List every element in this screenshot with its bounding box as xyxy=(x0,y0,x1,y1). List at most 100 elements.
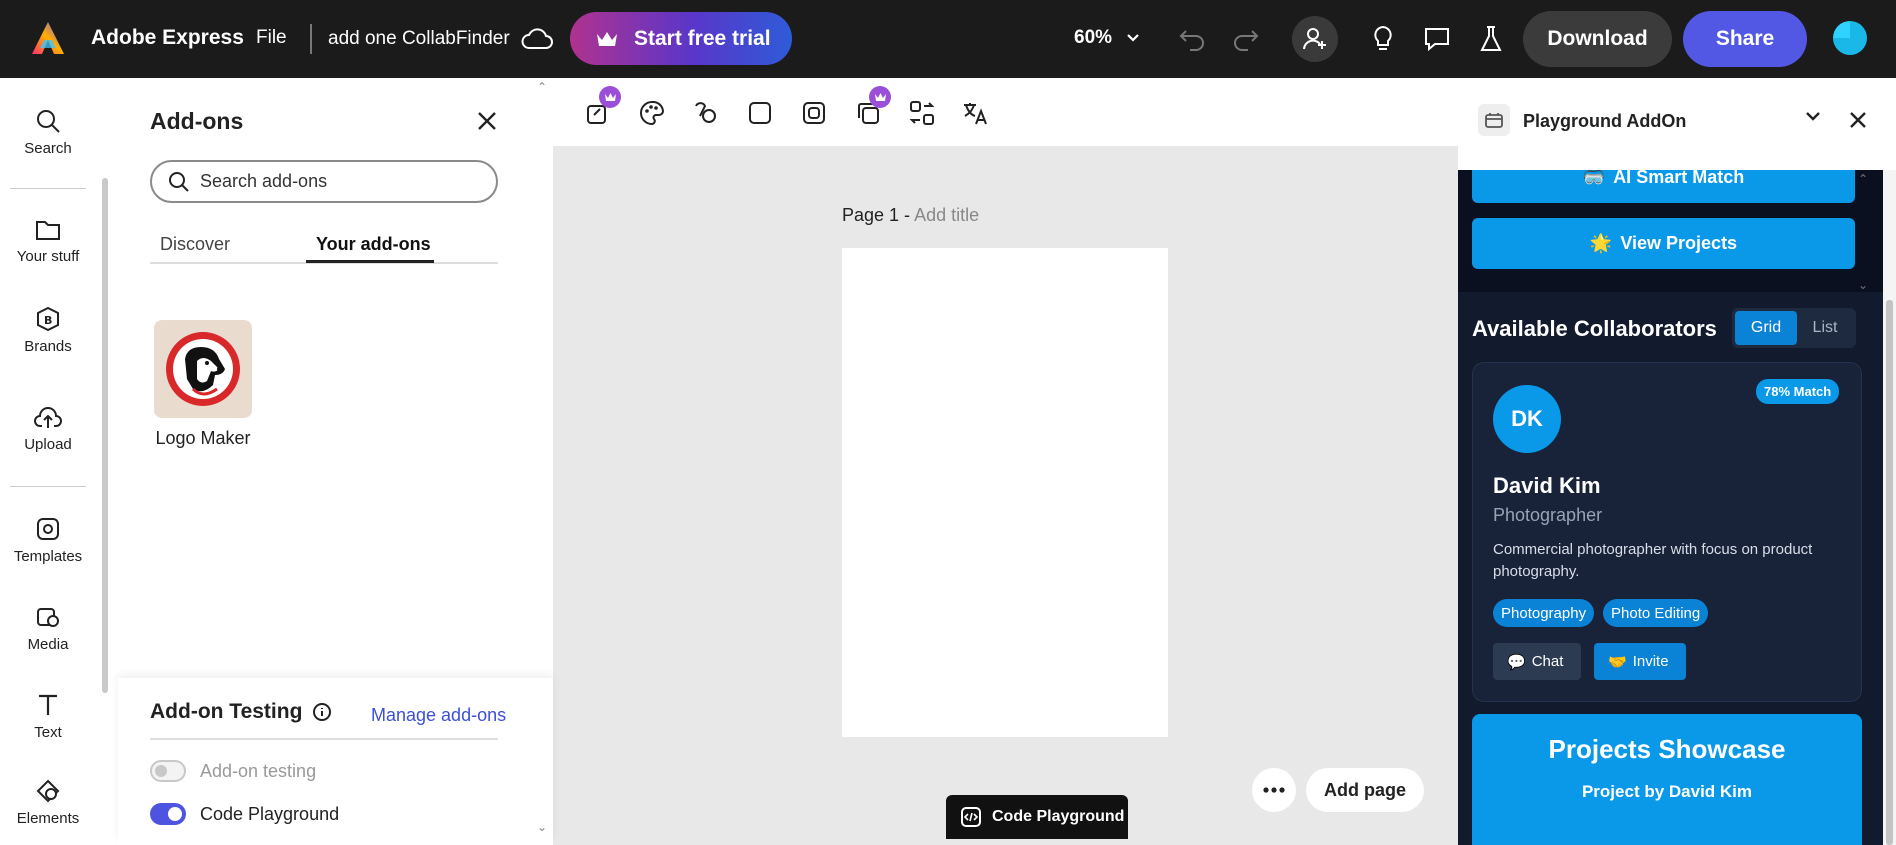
svg-text:B: B xyxy=(44,314,52,327)
active-tab-indicator xyxy=(306,260,434,263)
code-playground-toggle[interactable] xyxy=(150,803,186,825)
code-playground-button[interactable]: Code Playground xyxy=(946,795,1128,839)
shapes-link-icon[interactable] xyxy=(691,98,721,128)
rail-item-text[interactable]: Text xyxy=(0,692,96,741)
invite-button[interactable]: 🤝 Invite xyxy=(1594,643,1686,680)
rail-label: Search xyxy=(24,140,72,157)
rail-item-search[interactable]: Search xyxy=(0,108,96,157)
collaborator-description: Commercial photographer with focus on pr… xyxy=(1493,541,1813,580)
skill-tag: Photo Editing xyxy=(1603,599,1709,627)
rail-label: Brands xyxy=(24,338,72,355)
rail-item-elements[interactable]: Elements xyxy=(0,778,96,827)
page-title-input[interactable]: Add title xyxy=(914,205,979,225)
premium-crown-icon xyxy=(869,86,891,108)
lightbulb-icon[interactable] xyxy=(1366,22,1400,56)
rail-divider xyxy=(10,188,86,189)
scroll-down-arrow[interactable]: ⌄ xyxy=(537,820,547,834)
document-name[interactable]: add one CollabFinder xyxy=(328,28,510,50)
search-placeholder: Search add-ons xyxy=(200,171,328,191)
skill-tag: Photography xyxy=(1493,599,1595,627)
match-badge: 78% Match xyxy=(1756,379,1840,404)
redo-icon[interactable] xyxy=(1229,22,1263,56)
panel-header: Playground AddOn xyxy=(1458,78,1896,170)
chevron-down-icon xyxy=(1127,34,1139,42)
addon-iframe: 🥽 AI Smart Match 🌟 View Projects Availab… xyxy=(1458,170,1896,845)
invite-people-icon[interactable] xyxy=(1292,16,1338,62)
download-button[interactable]: Download xyxy=(1523,11,1672,67)
share-button[interactable]: Share xyxy=(1683,11,1807,67)
addon-testing-section: Add-on Testing Manage add-ons Add-on tes… xyxy=(118,678,553,845)
list-view-button[interactable]: List xyxy=(1797,311,1853,345)
view-projects-button[interactable]: 🌟 View Projects xyxy=(1472,218,1855,269)
premium-crown-icon xyxy=(599,86,621,108)
rail-label: Elements xyxy=(16,810,80,827)
addon-testing-toggle[interactable] xyxy=(150,760,186,782)
rail-label: Upload xyxy=(24,436,72,453)
cloud-icon[interactable] xyxy=(520,24,554,54)
start-free-trial-button[interactable]: Start free trial xyxy=(570,12,792,65)
dog-logo-icon xyxy=(166,332,240,406)
translate-icon[interactable] xyxy=(961,98,991,128)
addon-name: Logo Maker xyxy=(155,428,251,448)
add-page-button[interactable]: Add page xyxy=(1306,768,1424,812)
rail-item-upload[interactable]: Upload xyxy=(0,404,96,453)
showcase-subtitle: Project by David Kim xyxy=(1581,782,1753,801)
logo-maker-addon[interactable] xyxy=(154,320,252,418)
tab-discover[interactable]: Discover xyxy=(160,234,230,255)
handshake-icon: 🤝 xyxy=(1608,653,1627,671)
panel-title: Playground AddOn xyxy=(1523,111,1687,131)
undo-icon[interactable] xyxy=(1175,22,1209,56)
resize-icon[interactable] xyxy=(583,86,621,128)
left-rail: Search Your stuff B Brands Upload Templa… xyxy=(0,78,118,845)
square-icon[interactable] xyxy=(745,98,775,128)
swap-icon[interactable] xyxy=(907,98,937,128)
panel-scrollbar[interactable] xyxy=(1883,170,1896,845)
rail-label: Your stuff xyxy=(16,248,80,265)
rail-item-brands[interactable]: B Brands xyxy=(0,306,96,355)
page-label: Page 1 - Add title xyxy=(842,205,979,226)
addons-tabs: Discover Your add-ons xyxy=(150,226,498,264)
rail-scrollbar[interactable] xyxy=(102,178,108,693)
search-icon xyxy=(169,171,189,192)
file-menu[interactable]: File xyxy=(256,27,287,49)
scroll-up-arrow[interactable]: ⌃ xyxy=(1858,172,1868,186)
design-page[interactable] xyxy=(842,248,1168,737)
rail-item-media[interactable]: Media xyxy=(0,604,96,653)
zoom-control[interactable]: 60% xyxy=(1074,27,1140,49)
view-mode-toggle: Grid List xyxy=(1732,308,1856,348)
comment-icon[interactable] xyxy=(1420,22,1454,56)
addon-icon xyxy=(1478,104,1510,136)
close-icon[interactable] xyxy=(476,110,498,132)
manage-addons-link[interactable]: Manage add-ons xyxy=(371,705,506,726)
more-options-button[interactable] xyxy=(1252,768,1296,812)
scrollbar-thumb[interactable] xyxy=(1886,300,1893,845)
showcase-title: Projects Showcase xyxy=(1548,734,1786,764)
crown-icon xyxy=(597,31,617,46)
chevron-down-icon[interactable] xyxy=(1804,110,1822,122)
user-avatar[interactable] xyxy=(1833,21,1867,55)
search-icon xyxy=(37,110,60,133)
addon-testing-toggle-row: Add-on testing xyxy=(150,760,316,782)
grid-view-button[interactable]: Grid xyxy=(1735,311,1797,345)
rail-label: Text xyxy=(34,724,62,741)
more-icon xyxy=(1263,787,1285,793)
adobe-express-logo-icon[interactable] xyxy=(30,20,66,56)
layers-icon[interactable] xyxy=(853,86,891,128)
search-addons-input[interactable]: Search add-ons xyxy=(150,160,498,203)
rail-item-your-stuff[interactable]: Your stuff xyxy=(0,218,96,265)
chat-button[interactable]: 💬 Chat xyxy=(1493,643,1581,680)
info-icon[interactable] xyxy=(312,702,332,722)
rail-item-templates[interactable]: Templates xyxy=(0,516,96,565)
toggle-label: Code Playground xyxy=(200,803,340,824)
view-projects-label: View Projects xyxy=(1620,233,1738,253)
scroll-up-arrow[interactable]: ⌃ xyxy=(537,80,547,94)
speech-bubble-icon: 💬 xyxy=(1507,653,1526,671)
palette-icon[interactable] xyxy=(637,98,667,128)
text-icon xyxy=(39,694,57,715)
frame-icon[interactable] xyxy=(799,98,829,128)
beaker-icon[interactable] xyxy=(1474,22,1508,56)
close-icon[interactable] xyxy=(1848,110,1868,130)
ai-smart-match-button[interactable]: 🥽 AI Smart Match xyxy=(1472,170,1855,203)
tab-your-addons[interactable]: Your add-ons xyxy=(316,234,431,255)
scroll-down-arrow[interactable]: ⌄ xyxy=(1858,278,1868,292)
